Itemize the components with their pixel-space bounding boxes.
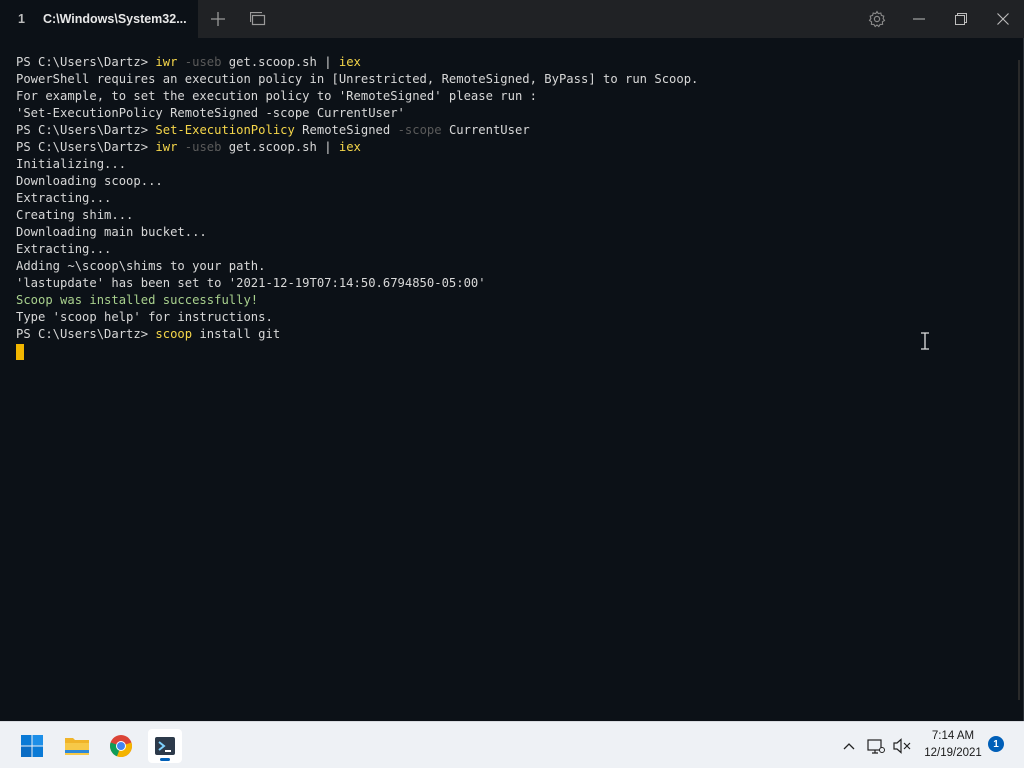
new-tab-button[interactable] xyxy=(198,0,238,38)
minimize-icon xyxy=(913,18,925,20)
close-icon xyxy=(997,13,1009,25)
clock-time: 7:14 AM xyxy=(931,730,975,742)
terminal-text: PowerShell requires an execution policy … xyxy=(16,72,699,86)
folder-icon xyxy=(65,738,89,755)
terminal-line: For example, to set the execution policy… xyxy=(16,88,1024,105)
restore-icon xyxy=(955,13,967,25)
tab-index: 1 xyxy=(18,12,25,26)
terminal-line: 'lastupdate' has been set to '2021-12-19… xyxy=(16,275,1024,292)
terminal-text: Downloading main bucket... xyxy=(16,225,207,239)
terminal-text: PS C:\Users\Dartz> xyxy=(16,123,156,137)
terminal-line: Creating shim... xyxy=(16,207,1024,224)
taskbar: 7:14 AM 12/19/2021 1 xyxy=(0,721,1024,768)
terminal-text: iex xyxy=(338,140,361,154)
terminal-text: iex xyxy=(338,55,361,69)
tab-dropdown-button[interactable] xyxy=(238,0,278,38)
network-icon xyxy=(867,738,885,754)
terminal-line: PS C:\Users\Dartz> scoop install git xyxy=(16,326,1024,343)
terminal-text: Type 'scoop help' for instructions. xyxy=(16,310,273,324)
terminal-line: Type 'scoop help' for instructions. xyxy=(16,309,1024,326)
terminal-cursor xyxy=(16,344,24,360)
terminal-text: 'Set-ExecutionPolicy RemoteSigned -scope… xyxy=(16,106,405,120)
terminal-text: Adding ~\scoop\shims to your path. xyxy=(16,259,266,273)
terminal-text: -useb xyxy=(177,55,222,69)
chrome-icon xyxy=(110,735,132,758)
terminal-text: PS C:\Users\Dartz> xyxy=(16,327,156,341)
terminal-text: CurrentUser xyxy=(441,123,530,137)
terminal-line: Scoop was installed successfully! xyxy=(16,292,1024,309)
terminal-text: For example, to set the execution policy… xyxy=(16,89,537,103)
show-hidden-icons-button[interactable] xyxy=(838,722,860,768)
tabbar-drag-region[interactable] xyxy=(278,0,856,38)
text-cursor-icon xyxy=(921,332,929,350)
terminal-text: RemoteSigned xyxy=(294,123,398,137)
terminal-text: Creating shim... xyxy=(16,208,134,222)
terminal-line: Extracting... xyxy=(16,241,1024,258)
terminal-text: Extracting... xyxy=(16,242,112,256)
terminal-line: Downloading scoop... xyxy=(16,173,1024,190)
terminal-scrollbar[interactable] xyxy=(1018,60,1020,700)
terminal-text: 'lastupdate' has been set to '2021-12-19… xyxy=(16,276,486,290)
terminal-text: Set-ExecutionPolicy xyxy=(155,123,295,137)
terminal-text: install git xyxy=(192,327,281,341)
terminal-text: PS C:\Users\Dartz> xyxy=(16,55,156,69)
terminal-text: Downloading scoop... xyxy=(16,174,163,188)
terminal-line: 'Set-ExecutionPolicy RemoteSigned -scope… xyxy=(16,105,1024,122)
tab-terminal[interactable]: 1 C:\Windows\System32... xyxy=(0,0,198,38)
terminal-text: Initializing... xyxy=(16,157,127,171)
chrome-button[interactable] xyxy=(104,729,138,763)
close-button[interactable] xyxy=(982,0,1024,38)
file-explorer-button[interactable] xyxy=(60,729,94,763)
plus-icon xyxy=(211,12,225,26)
volume-muted-icon xyxy=(893,737,911,754)
clock-date: 12/19/2021 xyxy=(924,747,982,759)
terminal-prompt-line xyxy=(16,343,1024,360)
gear-icon xyxy=(868,10,886,28)
terminal-line: PowerShell requires an execution policy … xyxy=(16,71,1024,88)
volume-button[interactable] xyxy=(890,722,914,768)
network-button[interactable] xyxy=(864,722,888,768)
active-indicator xyxy=(160,758,170,761)
restore-button[interactable] xyxy=(940,0,982,38)
tab-bar: 1 C:\Windows\System32... xyxy=(0,0,1024,38)
terminal-text: Scoop was installed successfully! xyxy=(16,293,259,307)
chevron-up-icon xyxy=(843,742,855,749)
terminal-text: PS C:\Users\Dartz> xyxy=(16,140,156,154)
terminal-window: 1 C:\Windows\System32... PS C:\Users\Dar… xyxy=(0,0,1024,721)
terminal-text: scoop xyxy=(155,327,193,341)
minimize-button[interactable] xyxy=(898,0,940,38)
terminal-line: PS C:\Users\Dartz> iwr -useb get.scoop.s… xyxy=(16,54,1024,71)
terminal-text: -scope xyxy=(397,123,442,137)
start-button[interactable] xyxy=(15,729,49,763)
clock[interactable]: 7:14 AM 12/19/2021 xyxy=(918,728,988,762)
terminal-line: Extracting... xyxy=(16,190,1024,207)
terminal-line: PS C:\Users\Dartz> iwr -useb get.scoop.s… xyxy=(16,139,1024,156)
terminal-text: get.scoop.sh | xyxy=(221,140,339,154)
terminal-text: get.scoop.sh | xyxy=(221,55,339,69)
terminal-line: PS C:\Users\Dartz> Set-ExecutionPolicy R… xyxy=(16,122,1024,139)
terminal-button[interactable] xyxy=(148,729,182,763)
windows-layout-icon xyxy=(250,12,266,26)
settings-button[interactable] xyxy=(856,0,898,38)
terminal-text: iwr xyxy=(155,55,178,69)
terminal-icon xyxy=(155,737,175,755)
terminal-line: Downloading main bucket... xyxy=(16,224,1024,241)
terminal-text: Extracting... xyxy=(16,191,112,205)
terminal-output[interactable]: PS C:\Users\Dartz> iwr -useb get.scoop.s… xyxy=(0,38,1024,721)
windows-start-icon xyxy=(21,735,43,757)
terminal-line: Initializing... xyxy=(16,156,1024,173)
notification-badge[interactable]: 1 xyxy=(988,736,1004,752)
terminal-text: iwr xyxy=(155,140,178,154)
terminal-text: -useb xyxy=(177,140,222,154)
terminal-line: Adding ~\scoop\shims to your path. xyxy=(16,258,1024,275)
tab-title: C:\Windows\System32... xyxy=(42,12,187,26)
